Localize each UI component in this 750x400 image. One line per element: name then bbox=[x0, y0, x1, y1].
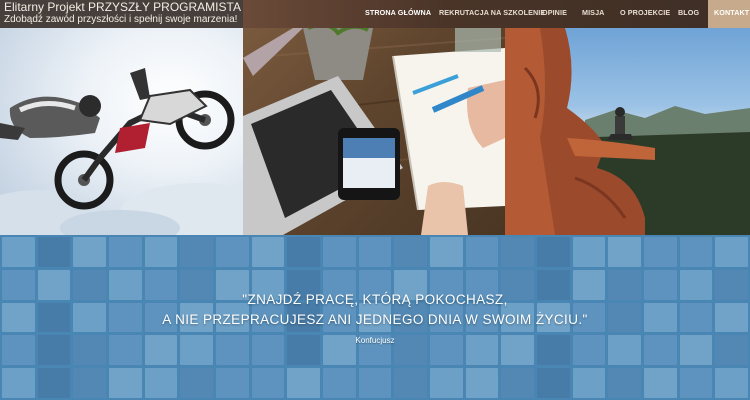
hero-image-motocross bbox=[0, 28, 243, 235]
hero-image-desk bbox=[243, 28, 505, 235]
top-bar: Elitarny Projekt PRZYSZŁY PROGRAMISTA Zd… bbox=[0, 0, 750, 28]
nav-item-opinions[interactable]: OPINIE bbox=[542, 0, 567, 28]
nav-item-recruitment[interactable]: REKRUTACJA NA SZKOLENIE bbox=[439, 0, 545, 28]
nav-item-contact[interactable]: KONTAKT bbox=[708, 0, 750, 28]
quote-author: Konfucjusz bbox=[355, 336, 395, 345]
hero-image-meditation bbox=[505, 28, 750, 235]
meditation-illustration bbox=[505, 28, 750, 235]
nav-item-blog[interactable]: BLOG bbox=[678, 0, 699, 28]
desk-illustration bbox=[243, 28, 505, 235]
nav-item-mission[interactable]: MISJA bbox=[582, 0, 604, 28]
nav-item-home[interactable]: STRONA GŁÓWNA bbox=[365, 0, 431, 28]
site-tagline: Zdobądź zawód przyszłości i spełnij swoj… bbox=[4, 14, 238, 25]
quote-line-1: "ZNAJDŹ PRACĘ, KTÓRĄ POKOCHASZ, bbox=[242, 292, 508, 307]
quote-line-2: A NIE PRZEPRACUJESZ ANI JEDNEGO DNIA W S… bbox=[162, 312, 588, 327]
motocross-illustration bbox=[0, 68, 243, 235]
nav-item-about-project[interactable]: O PROJEKCIE bbox=[620, 0, 670, 28]
brand[interactable]: Elitarny Projekt PRZYSZŁY PROGRAMISTA Zd… bbox=[0, 0, 243, 28]
quote-section: "ZNAJDŹ PRACĘ, KTÓRĄ POKOCHASZ, A NIE PR… bbox=[0, 235, 750, 400]
site-title[interactable]: Elitarny Projekt PRZYSZŁY PROGRAMISTA bbox=[4, 1, 241, 14]
main-nav: STRONA GŁÓWNA REKRUTACJA NA SZKOLENIE OP… bbox=[243, 0, 750, 28]
